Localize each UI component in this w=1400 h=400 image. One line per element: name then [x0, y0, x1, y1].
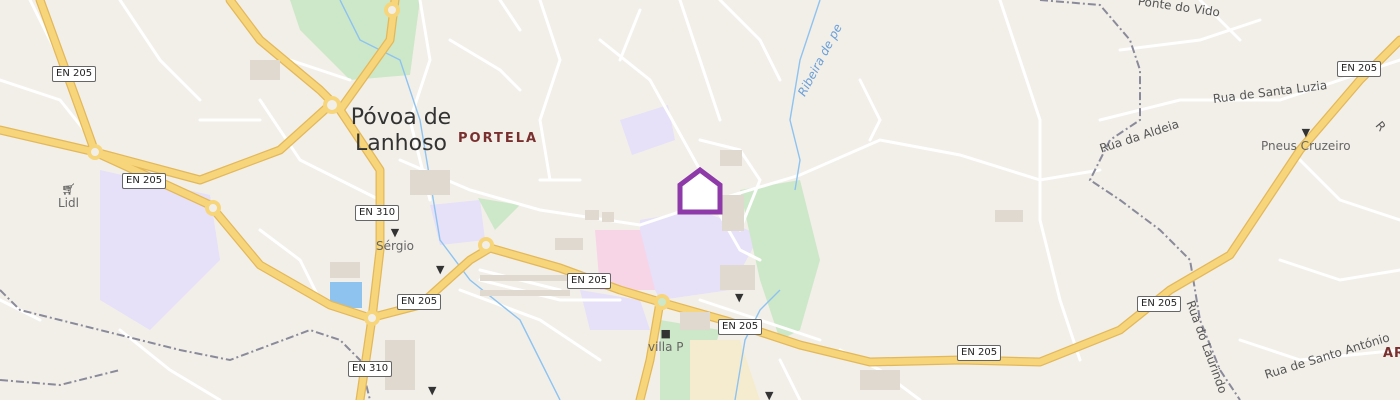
road-shield-en205: EN 205 [957, 345, 1002, 361]
shopping-basket-icon[interactable]: ▼ [765, 390, 773, 400]
road-shield-en205: EN 205 [397, 294, 442, 310]
poi-sergio-label: Sérgio [376, 239, 415, 253]
poi-pneus-label: Pneus Cruzeiro [1261, 139, 1351, 153]
poi-villa-label: villa P [648, 340, 684, 354]
shopping-cart-icon: 🛒︎ [61, 183, 76, 196]
road-shield-en205: EN 205 [122, 173, 167, 189]
school-area-west [100, 170, 220, 330]
shopping-basket-icon[interactable]: ▼ [428, 385, 436, 396]
road-shield-en205: EN 205 [567, 273, 612, 289]
town-label-line2: Lanhoso [354, 131, 447, 156]
town-label: Póvoa de Lanhoso [346, 105, 456, 157]
road-shield-en205: EN 205 [718, 319, 763, 335]
shopping-basket-icon[interactable]: ▼ [436, 264, 444, 275]
clothes-shirt-icon: ■ [660, 327, 671, 340]
town-label-line1: Póvoa de [350, 105, 452, 130]
sand-area [690, 340, 760, 400]
road-shield-en310: EN 310 [355, 205, 400, 221]
poi-lidl-label: Lidl [58, 196, 79, 210]
road-shield-en205: EN 205 [52, 66, 97, 82]
road-shield-en310: EN 310 [348, 361, 393, 377]
map-canvas[interactable]: Póvoa de Lanhoso PORTELA AR EN 205 EN 20… [0, 0, 1400, 400]
poi-lidl[interactable]: 🛒︎ Lidl [58, 184, 79, 209]
district-label: PORTELA [458, 131, 539, 146]
poi-villa[interactable]: ■ villa P [648, 328, 684, 353]
home-marker-icon[interactable] [677, 166, 723, 215]
school-area-center [430, 200, 485, 245]
district-label-right: AR [1383, 346, 1400, 361]
shopping-basket-icon: ▼ [390, 226, 400, 239]
road-shield-en205: EN 205 [1337, 61, 1382, 77]
shopping-basket-icon: ▼ [1301, 126, 1311, 139]
road-shield-en205: EN 205 [1137, 296, 1182, 312]
poi-sergio[interactable]: ▼ Sérgio [376, 227, 414, 252]
shopping-basket-icon[interactable]: ▼ [735, 292, 743, 303]
map-base [0, 0, 1400, 400]
poi-pneus[interactable]: ▼ Pneus Cruzeiro [1261, 127, 1351, 152]
